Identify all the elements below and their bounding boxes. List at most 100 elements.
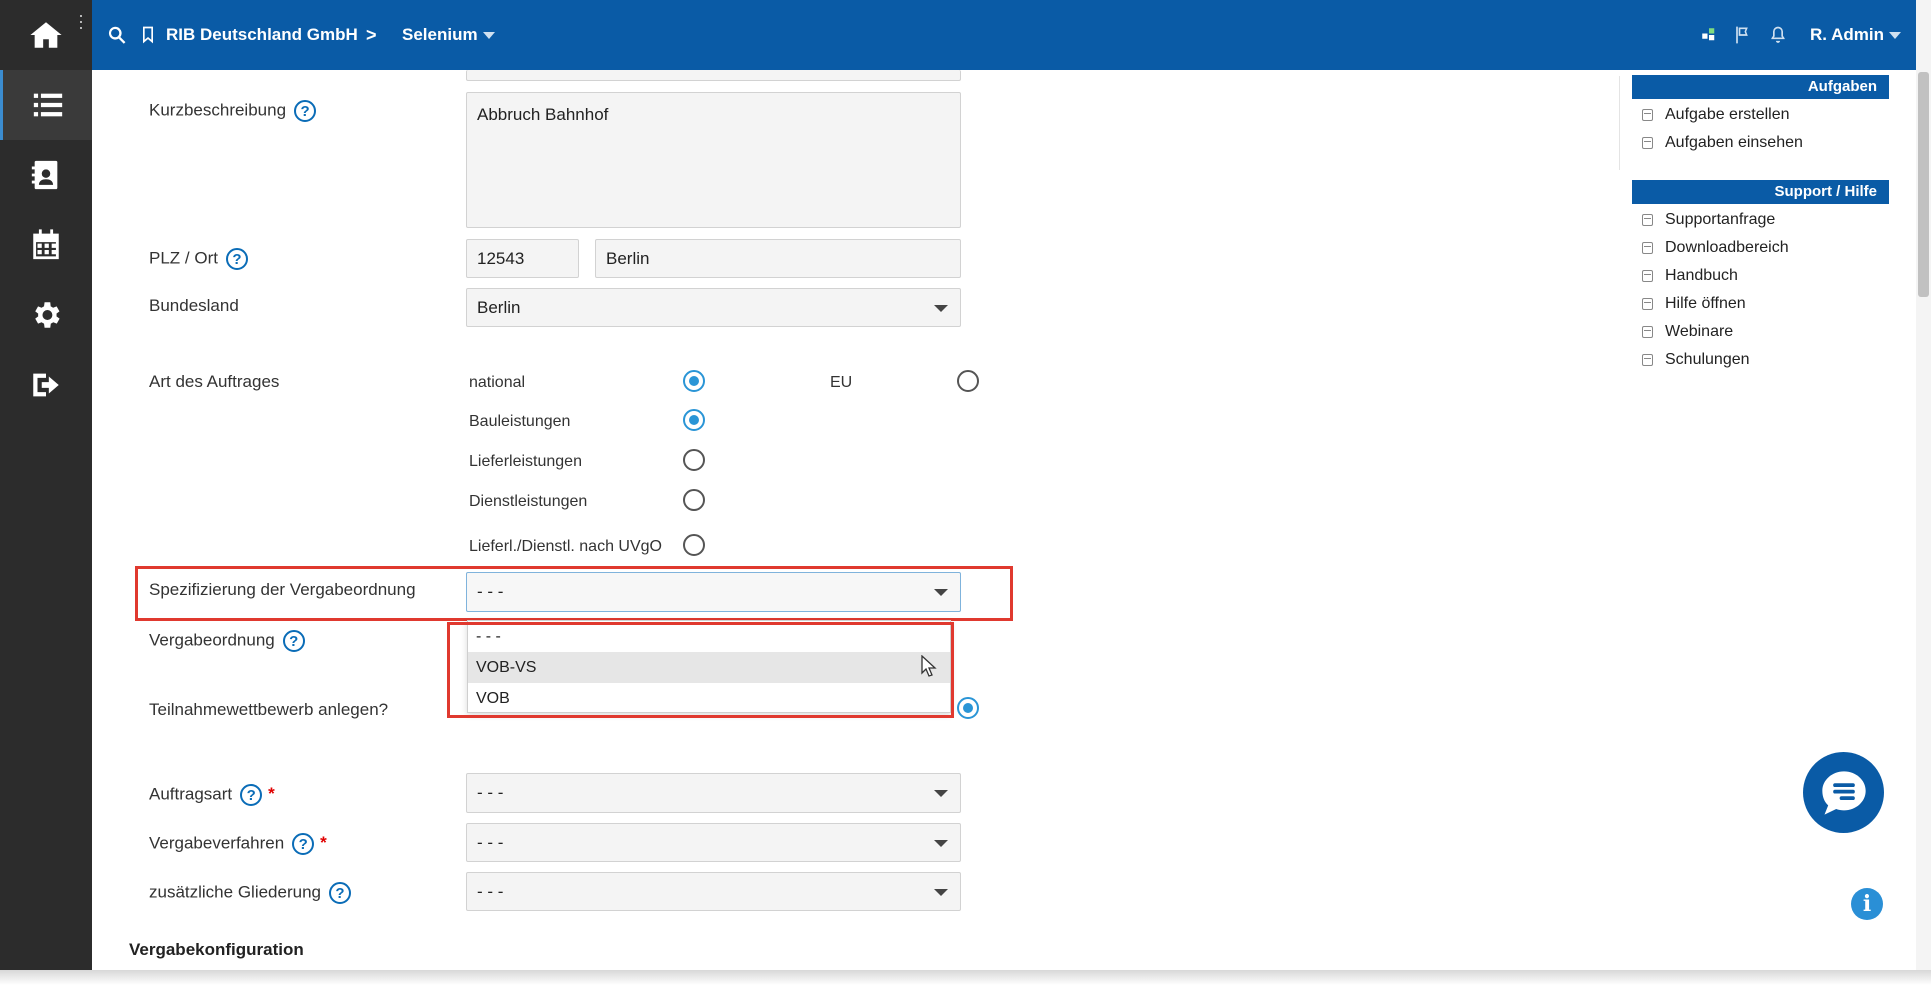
- uvgo-radio[interactable]: [683, 534, 705, 556]
- link-label: Webinare: [1665, 323, 1734, 340]
- logout-icon[interactable]: [0, 350, 92, 420]
- link-label: Supportanfrage: [1665, 211, 1776, 228]
- document-icon: [1642, 326, 1653, 338]
- bauleistungen-label: Bauleistungen: [469, 413, 571, 430]
- gliederung-select[interactable]: - - -: [466, 872, 961, 911]
- calendar-icon[interactable]: [0, 210, 92, 280]
- gliederung-text: zusätzliche Gliederung: [149, 882, 321, 902]
- document-icon: [1642, 242, 1653, 254]
- breadcrumb-separator: >: [366, 24, 377, 45]
- auftragsart-value: - - -: [477, 783, 504, 802]
- eu-radio[interactable]: [957, 370, 979, 392]
- help-icon[interactable]: ?: [240, 784, 263, 806]
- panel-divider: [1619, 76, 1620, 170]
- link-label: Downloadbereich: [1665, 239, 1789, 256]
- kurzbeschreibung-label: Kurzbeschreibung?: [149, 100, 317, 122]
- national-radio[interactable]: [683, 370, 705, 392]
- document-icon: [1642, 137, 1653, 149]
- bell-icon[interactable]: [1768, 0, 1788, 70]
- project-name: Selenium: [402, 25, 478, 44]
- document-icon: [1642, 214, 1653, 226]
- chevron-down-icon: [1888, 31, 1901, 39]
- aufgaben-einsehen-link[interactable]: Aufgaben einsehen: [1642, 134, 1803, 152]
- gear-icon[interactable]: [0, 280, 92, 350]
- user-name: R. Admin: [1810, 25, 1884, 44]
- handbuch-link[interactable]: Handbuch: [1642, 267, 1738, 285]
- chevron-down-icon: [934, 888, 948, 896]
- supportanfrage-link[interactable]: Supportanfrage: [1642, 211, 1775, 229]
- vergabeordnung-label: Vergabeordnung?: [149, 630, 305, 652]
- eu-label: EU: [830, 374, 853, 391]
- ort-input[interactable]: Berlin: [595, 239, 961, 278]
- document-icon: [1642, 298, 1653, 310]
- bookmark-icon[interactable]: [138, 0, 158, 70]
- teilnahmewettbewerb-radio[interactable]: [957, 697, 979, 719]
- link-label: Hilfe öffnen: [1665, 295, 1746, 312]
- top-bar: RIB Deutschland GmbH > Selenium R. Admin: [92, 0, 1916, 70]
- vergabeordnung-text: Vergabeordnung: [149, 630, 275, 650]
- vergabeverfahren-select[interactable]: - - -: [466, 823, 961, 862]
- window-bottom-edge: [0, 970, 1931, 985]
- chevron-down-icon: [934, 790, 948, 797]
- flag-icon[interactable]: [1732, 0, 1752, 70]
- scrollbar-thumb[interactable]: [1918, 72, 1929, 297]
- required-marker: *: [268, 784, 275, 804]
- plz-input[interactable]: 12543: [466, 239, 579, 278]
- search-icon[interactable]: [106, 0, 128, 70]
- chevron-down-icon: [482, 31, 495, 39]
- chat-button[interactable]: [1803, 752, 1884, 833]
- breadcrumb-org[interactable]: RIB Deutschland GmbH: [166, 0, 358, 70]
- link-label: Aufgaben einsehen: [1665, 134, 1803, 151]
- kurzbeschreibung-textarea[interactable]: Abbruch Bahnhof: [466, 92, 961, 228]
- highlight-box-dropdown: [447, 622, 954, 718]
- contacts-icon[interactable]: [0, 140, 92, 210]
- bauleistungen-radio[interactable]: [683, 409, 705, 431]
- aufgabe-erstellen-link[interactable]: Aufgabe erstellen: [1642, 106, 1790, 124]
- help-icon[interactable]: ?: [225, 248, 248, 270]
- bundesland-select[interactable]: Berlin: [466, 288, 961, 327]
- help-icon[interactable]: ?: [292, 833, 315, 855]
- chevron-down-icon: [934, 304, 948, 312]
- section-title: Vergabekonfiguration: [129, 940, 304, 959]
- schulungen-link[interactable]: Schulungen: [1642, 351, 1750, 369]
- teilnahmewettbewerb-label: Teilnahmewettbewerb anlegen?: [149, 700, 389, 719]
- home-icon[interactable]: [0, 0, 92, 70]
- lieferleistungen-radio[interactable]: [683, 449, 705, 471]
- link-label: Aufgabe erstellen: [1665, 106, 1790, 123]
- vergabeverfahren-value: - - -: [477, 832, 504, 852]
- help-icon[interactable]: ?: [294, 100, 317, 122]
- breadcrumb-project[interactable]: Selenium: [402, 0, 495, 70]
- chevron-down-icon: [934, 839, 948, 847]
- user-menu[interactable]: R. Admin: [1810, 0, 1901, 70]
- help-icon[interactable]: ?: [282, 630, 305, 652]
- plz-ort-label: PLZ / Ort?: [149, 248, 248, 270]
- help-icon[interactable]: ?: [328, 882, 351, 904]
- vergabeverfahren-text: Vergabeverfahren: [149, 833, 285, 853]
- list-icon[interactable]: [0, 70, 92, 140]
- hilfe-oeffnen-link[interactable]: Hilfe öffnen: [1642, 295, 1746, 313]
- auftragsart-select[interactable]: - - -: [466, 773, 961, 813]
- left-rail: · · ·: [0, 0, 92, 970]
- bundesland-value: Berlin: [477, 297, 521, 317]
- link-label: Handbuch: [1665, 267, 1738, 284]
- gliederung-value: - - -: [477, 881, 504, 901]
- vergabeverfahren-label: Vergabeverfahren? *: [149, 833, 327, 855]
- auftragsart-label: Auftragsart? *: [149, 784, 275, 806]
- plz-ort-text: PLZ / Ort: [149, 248, 218, 268]
- info-icon[interactable]: i: [1851, 888, 1883, 920]
- mouse-cursor-icon: [921, 655, 937, 677]
- national-label: national: [469, 374, 526, 391]
- dienstleistungen-radio[interactable]: [683, 489, 705, 511]
- dienstleistungen-label: Dienstleistungen: [469, 493, 588, 510]
- downloadbereich-link[interactable]: Downloadbereich: [1642, 239, 1789, 257]
- highlight-box-field: [135, 566, 1013, 621]
- webinare-link[interactable]: Webinare: [1642, 323, 1733, 341]
- document-icon: [1642, 109, 1653, 121]
- support-header: Support / Hilfe: [1632, 180, 1889, 204]
- aufgaben-header: Aufgaben: [1632, 75, 1889, 99]
- kurzbeschreibung-text: Kurzbeschreibung: [149, 100, 287, 120]
- uvgo-label: Lieferl./Dienstl. nach UVgO: [469, 538, 662, 555]
- chat-icon: [1821, 770, 1866, 815]
- bundesland-label: Bundesland: [149, 296, 239, 315]
- apps-icon[interactable]: [1700, 0, 1718, 70]
